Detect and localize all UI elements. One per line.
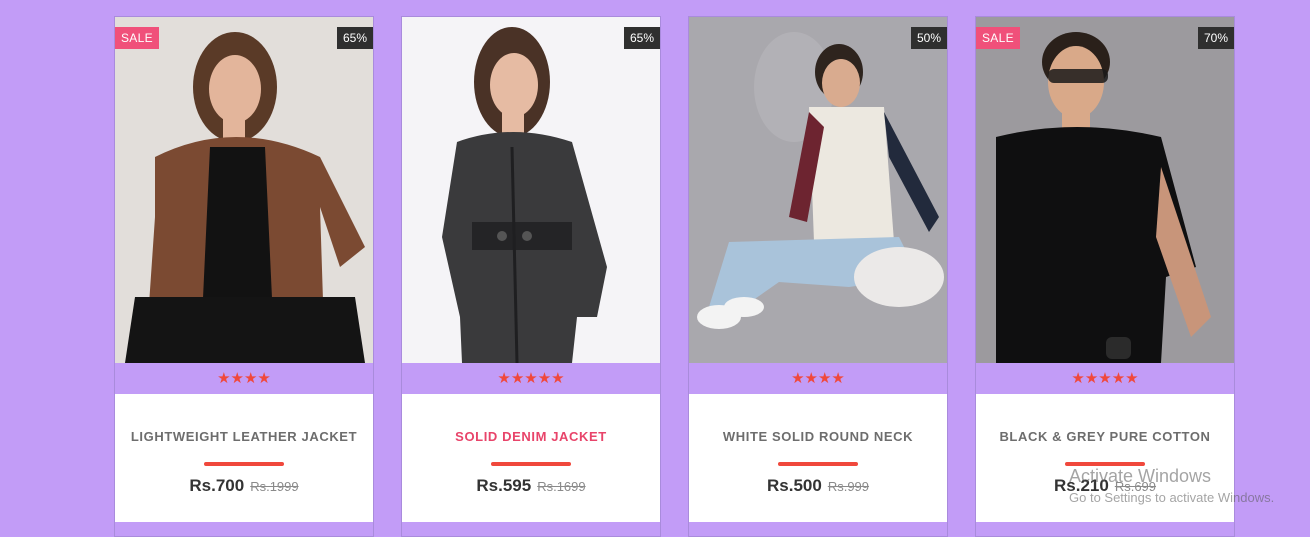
product-image[interactable] [115, 17, 373, 363]
product-info: LIGHTWEIGHT LEATHER JACKET Rs.700 Rs.1999 [115, 394, 373, 522]
price-row: Rs.700 Rs.1999 [115, 476, 373, 496]
rating-stars: ★★★★ [791, 370, 845, 387]
sale-badge: SALE [115, 27, 159, 49]
discount-badge: 65% [336, 27, 373, 49]
product-name[interactable]: SOLID DENIM JACKET [402, 429, 660, 444]
rating-stars: ★★★★ [217, 370, 271, 387]
product-name[interactable]: BLACK & GREY PURE COTTON [976, 429, 1234, 444]
current-price: Rs.500 [766, 476, 822, 495]
product-image[interactable] [402, 17, 660, 363]
product-card[interactable]: 65% ★★★★★ SOLID DENIM JACKET Rs.595 Rs.16… [401, 16, 661, 537]
product-info: SOLID DENIM JACKET Rs.595 Rs.1699 [402, 394, 660, 522]
original-price: Rs.1999 [250, 479, 299, 494]
discount-badge: 70% [1197, 27, 1234, 49]
product-image[interactable] [689, 17, 947, 363]
product-name[interactable]: LIGHTWEIGHT LEATHER JACKET [115, 429, 373, 444]
product-card[interactable]: 50% ★★★★ WHITE SOLID ROUND NECK Rs.500 Rs… [688, 16, 948, 537]
rating-stars: ★★★★★ [497, 370, 565, 387]
sale-badge: SALE [976, 27, 1020, 49]
price-row: Rs.500 Rs.999 [689, 476, 947, 496]
product-name[interactable]: WHITE SOLID ROUND NECK [689, 429, 947, 444]
price-row: Rs.595 Rs.1699 [402, 476, 660, 496]
product-info: WHITE SOLID ROUND NECK Rs.500 Rs.999 [689, 394, 947, 522]
original-price: Rs.999 [827, 479, 870, 494]
watermark-subtitle: Go to Settings to activate Windows. [1069, 490, 1275, 505]
watermark-title: Activate Windows [1069, 466, 1212, 486]
divider-bar [491, 462, 571, 466]
activate-windows-watermark: Activate Windows Go to Settings to activ… [1069, 465, 1274, 509]
discount-badge: 50% [910, 27, 947, 49]
current-price: Rs.595 [476, 476, 532, 495]
product-grid: SALE 65% ★★★★ LIGHTWEIGHT LEATHER JACKET… [114, 16, 1262, 537]
product-image[interactable] [976, 17, 1234, 363]
rating-stars: ★★★★★ [1071, 370, 1139, 387]
product-card[interactable]: SALE 70% ★★★★★ BLACK & GREY PURE COTTON … [975, 16, 1235, 537]
divider-bar [778, 462, 858, 466]
current-price: Rs.700 [189, 476, 245, 495]
divider-bar [204, 462, 284, 466]
product-card[interactable]: SALE 65% ★★★★ LIGHTWEIGHT LEATHER JACKET… [114, 16, 374, 537]
original-price: Rs.1699 [537, 479, 586, 494]
discount-badge: 65% [623, 27, 660, 49]
